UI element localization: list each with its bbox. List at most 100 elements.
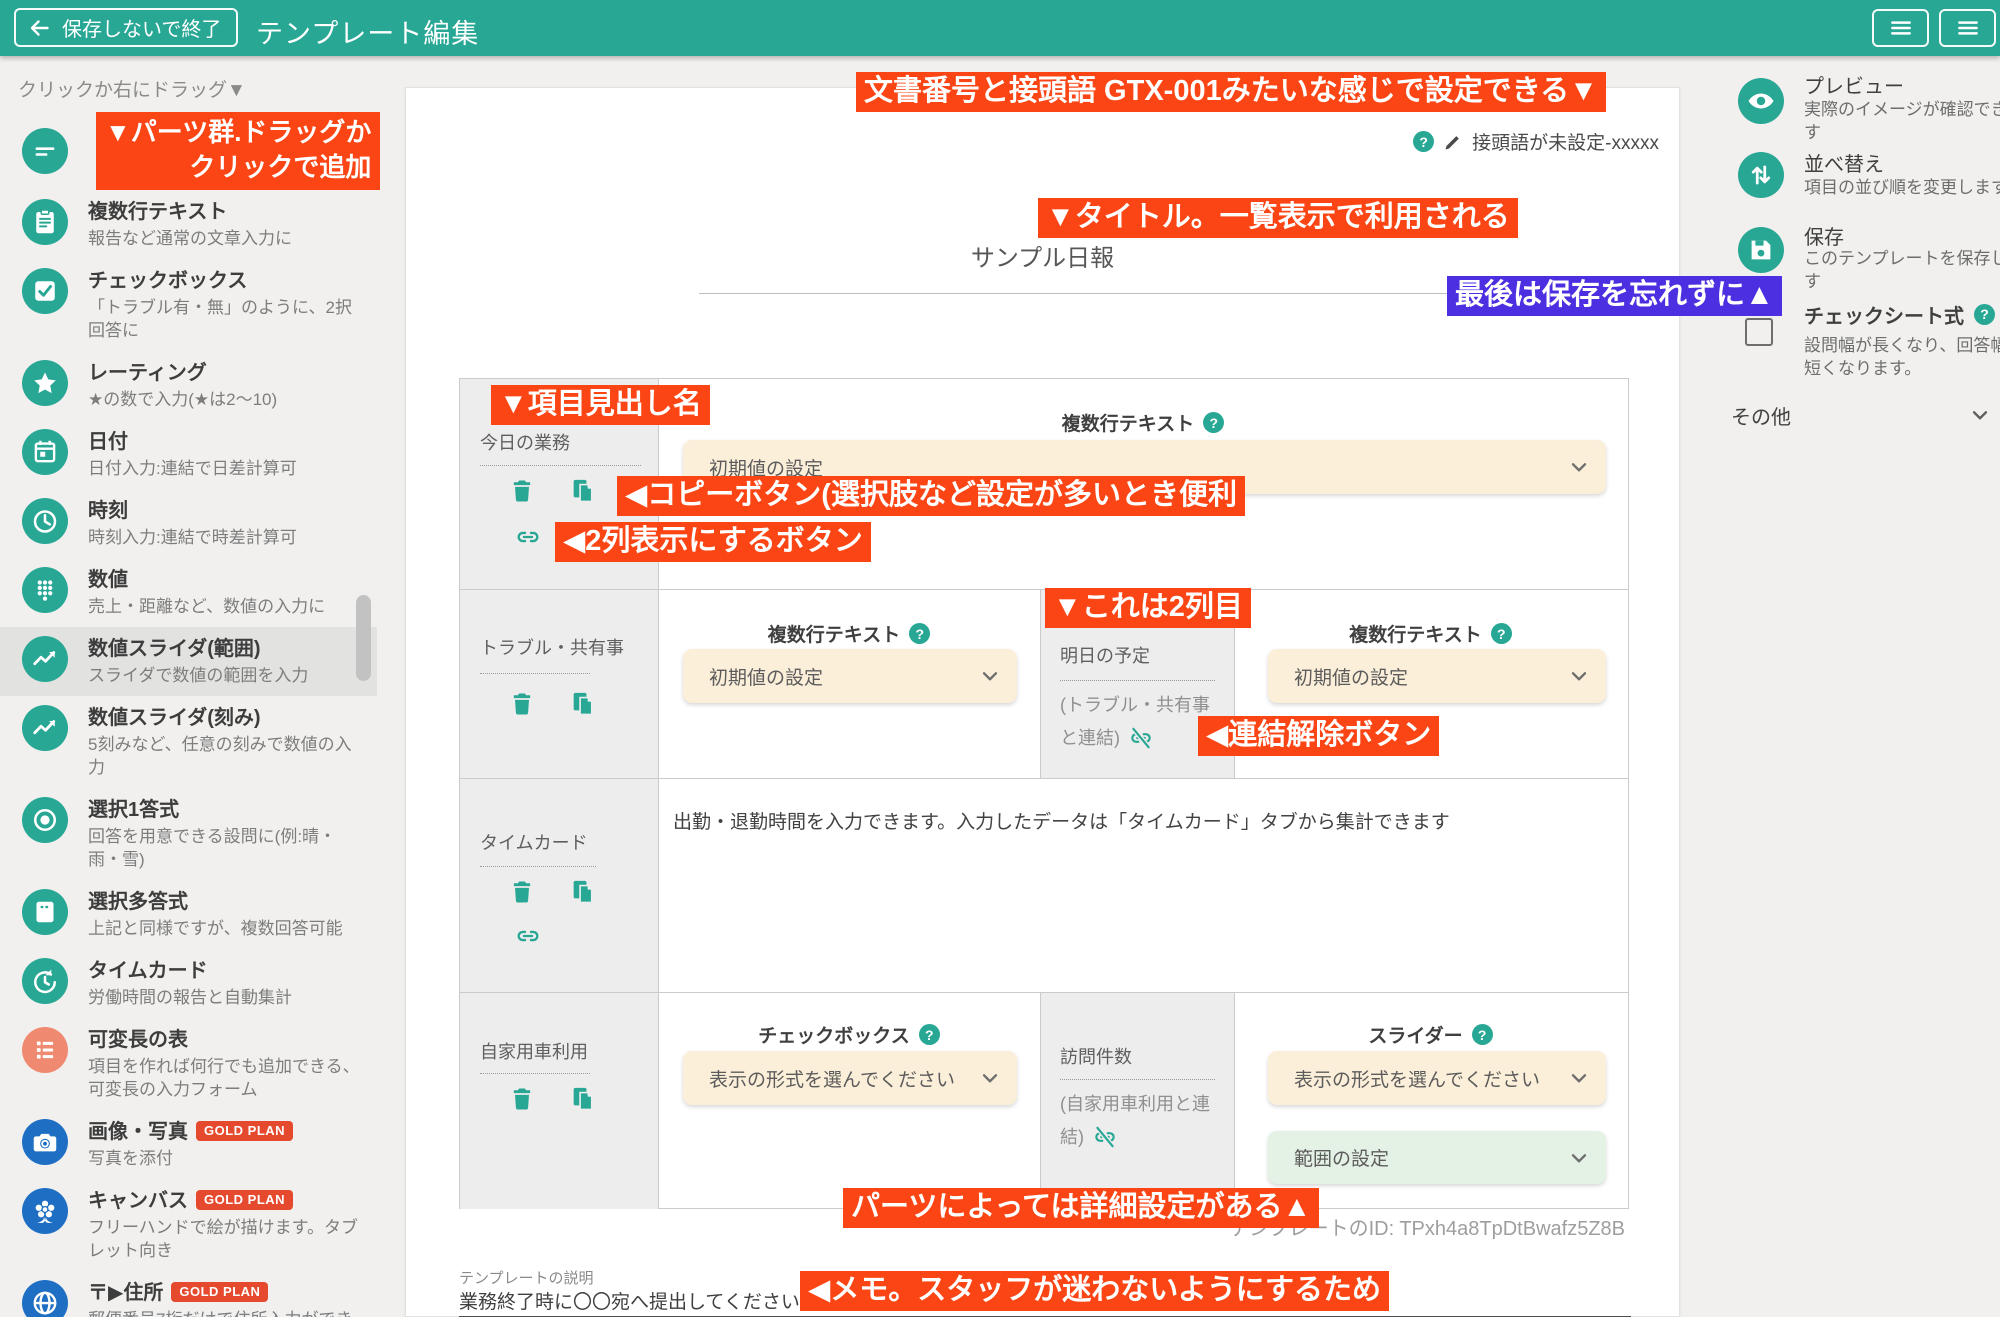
part-name: 日付	[88, 431, 128, 453]
checksheet-checkbox[interactable]	[1745, 318, 1773, 346]
template-editor-page: 保存しないで終了 テンプレート編集 クリックか右にドラッグ▼ 複数行テキスト報告…	[0, 0, 2000, 1317]
unlink-button-icon[interactable]	[1092, 1124, 1118, 1150]
part-item[interactable]: 可変長の表項目を作れば何行でも追加できる、可変長の入力フォーム	[0, 1018, 377, 1110]
copy-field-button[interactable]	[569, 477, 597, 505]
chevron-down-icon	[1566, 663, 1592, 689]
copy-field-button[interactable]	[569, 1085, 597, 1113]
pencil-icon	[1443, 132, 1463, 152]
part-item[interactable]: 日付日付入力:連結で日差計算可	[0, 420, 377, 489]
part-item[interactable]: 画像・写真GOLD PLAN写真を添付	[0, 1110, 377, 1179]
part-name: キャンバス	[88, 1190, 188, 1212]
help-icon[interactable]: ?	[1203, 412, 1224, 433]
copy-field-button[interactable]	[569, 690, 597, 718]
help-icon[interactable]: ?	[1974, 304, 1995, 325]
part-item[interactable]: タイムカード労働時間の報告と自動集計	[0, 949, 377, 1018]
two-column-link-button[interactable]	[514, 922, 542, 950]
hamburger-icon	[1888, 15, 1914, 41]
preview-button[interactable]: プレビュー 実際のイメージが確認できます	[1738, 70, 1998, 140]
partially-hidden-part-icon[interactable]	[22, 128, 68, 174]
help-icon[interactable]: ?	[919, 1024, 940, 1045]
part-item[interactable]: 選択1答式回答を用意できる設問に(例:晴・雨・雪)	[0, 788, 377, 880]
part-desc: 労働時間の報告と自動集計	[88, 986, 367, 1009]
part-name: 数値スライダ(刻み)	[88, 707, 261, 729]
sidebar-scrollbar-thumb[interactable]	[356, 595, 371, 681]
annotation-parts: ▼パーツ群.ドラッグか クリックで追加	[96, 112, 380, 190]
linked-field-name-input[interactable]: 明日の予定	[1060, 642, 1150, 668]
initial-value-select[interactable]: 初期値の設定	[1268, 649, 1606, 703]
two-column-link-button[interactable]	[514, 523, 542, 551]
camera-icon	[22, 1119, 68, 1165]
field-name-input[interactable]: トラブル・共有事	[480, 634, 624, 660]
exit-button-label: 保存しないで終了	[62, 13, 221, 42]
clock-icon	[22, 498, 68, 544]
trending-icon	[22, 636, 68, 682]
row2-name-cell: トラブル・共有事	[460, 590, 659, 779]
help-icon[interactable]: ?	[1472, 1024, 1493, 1045]
annotation-memo: ◀メモ。スタッフが迷わないようにするため	[800, 1271, 1389, 1311]
linked-field-name-input[interactable]: 訪問件数	[1060, 1043, 1132, 1069]
unlink-button-icon[interactable]	[1128, 725, 1154, 751]
initial-value-select[interactable]: 初期値の設定	[683, 649, 1017, 703]
hamburger-icon	[1955, 15, 1981, 41]
part-name: チェックボックス	[88, 270, 247, 292]
field-type-label: 複数行テキスト	[768, 620, 900, 647]
sidebar-hint: クリックか右にドラッグ▼	[18, 75, 246, 102]
chevron-down-icon	[977, 663, 1003, 689]
others-expander[interactable]: その他	[1731, 398, 1993, 432]
part-item[interactable]: 数値売上・距離など、数値の入力に	[0, 558, 377, 627]
part-item[interactable]: レーティング★の数で入力(★は2〜10)	[0, 351, 377, 420]
part-desc: 項目を作れば何行でも追加できる、可変長の入力フォーム	[88, 1055, 367, 1101]
field-type-label: チェックボックス	[758, 1021, 909, 1048]
range-setting-select[interactable]: 範囲の設定	[1268, 1131, 1606, 1184]
annotation-second-col: ▼これは2列目	[1045, 588, 1251, 628]
part-item[interactable]: 時刻時刻入力:連結で時差計算可	[0, 489, 377, 558]
part-item[interactable]: 数値スライダ(刻み)5刻みなど、任意の刻みで数値の入力	[0, 696, 377, 788]
field-name-input[interactable]: タイムカード	[480, 829, 588, 855]
field-name-input[interactable]: 自家用車利用	[480, 1038, 588, 1064]
part-item[interactable]: チェックボックス「トラブル有・無」のように、2択回答に	[0, 259, 377, 351]
part-item[interactable]: 〒▶住所GOLD PLAN郵便番号7桁だけで住所入力ができます	[0, 1271, 377, 1317]
delete-field-button[interactable]	[508, 878, 536, 906]
prefix-setting[interactable]: ? 接頭語が未設定-xxxxx	[1413, 128, 1659, 155]
part-item[interactable]: 複数行テキスト報告など通常の文章入力に	[0, 190, 377, 259]
preview-desc: 実際のイメージが確認できます	[1804, 98, 2000, 144]
description-input[interactable]: 業務終了時に〇〇宛へ提出してください	[459, 1287, 800, 1314]
help-icon[interactable]: ?	[909, 623, 930, 644]
gold-plan-badge: GOLD PLAN	[171, 1282, 268, 1302]
part-item[interactable]: 選択多答式上記と同様ですが、複数回答可能	[0, 880, 377, 949]
help-icon[interactable]: ?	[1491, 623, 1512, 644]
delete-field-button[interactable]	[508, 690, 536, 718]
field-name-underline	[480, 673, 590, 674]
help-icon[interactable]: ?	[1413, 131, 1434, 152]
sort-button[interactable]: 並べ替え 項目の並び順を変更します	[1738, 148, 1998, 206]
select-value: 表示の形式を選んでください	[709, 1065, 955, 1092]
delete-field-button[interactable]	[508, 1085, 536, 1113]
part-item[interactable]: 数値スライダ(範囲)スライダで数値の範囲を入力	[0, 627, 377, 696]
exit-without-save-button[interactable]: 保存しないで終了	[14, 8, 238, 47]
radio-icon	[22, 797, 68, 843]
part-desc: スライダで数値の範囲を入力	[88, 664, 367, 687]
delete-field-button[interactable]	[508, 477, 536, 505]
field-row-2: トラブル・共有事 明日の予定 (トラブル・共有事と連結)	[460, 589, 1628, 779]
display-format-select[interactable]: 表示の形式を選んでください	[1268, 1051, 1606, 1105]
template-title-input[interactable]: サンプル日報	[406, 238, 1679, 273]
field-type-header: 複数行テキスト ?	[1233, 620, 1628, 647]
annotation-item-heading: ▼項目見出し名	[491, 385, 710, 425]
prefix-label: 接頭語が未設定-xxxxx	[1472, 128, 1659, 155]
menu-button-2[interactable]	[1939, 9, 1996, 47]
select-value: 表示の形式を選んでください	[1294, 1065, 1540, 1092]
save-desc: このテンプレートを保存します	[1804, 247, 2000, 293]
annotation-text: クリックで追加	[105, 150, 371, 185]
chevron-down-icon	[1566, 454, 1592, 480]
display-format-select[interactable]: 表示の形式を選んでください	[683, 1051, 1017, 1105]
timecard-info-text: 出勤・退勤時間を入力できます。入力したデータは「タイムカード」タブから集計できま…	[673, 807, 1450, 834]
flower-icon	[22, 1188, 68, 1234]
part-item[interactable]: キャンバスGOLD PLANフリーハンドで絵が描けます。タブレット向き	[0, 1179, 377, 1271]
copy-field-button[interactable]	[569, 878, 597, 906]
timer-icon	[22, 958, 68, 1004]
checksheet-desc: 設問幅が長くなり、回答幅が短くなります。	[1804, 334, 2000, 380]
app-header: 保存しないで終了 テンプレート編集	[0, 0, 2000, 56]
field-name-input[interactable]: 今日の業務	[480, 429, 570, 455]
part-desc: 写真を添付	[88, 1147, 367, 1170]
menu-button-1[interactable]	[1872, 9, 1929, 47]
